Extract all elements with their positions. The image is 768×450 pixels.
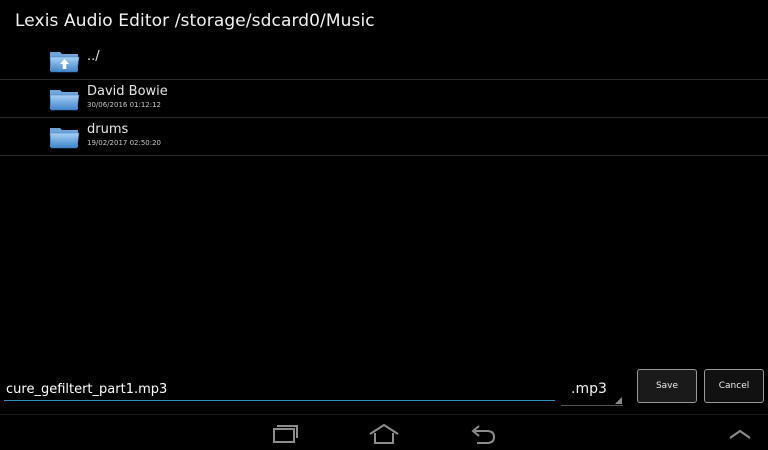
file-list: ../ David Bowie 30/06/2016 01:12:12 drum… bbox=[0, 42, 768, 156]
list-item-parent-directory[interactable]: ../ bbox=[0, 42, 768, 80]
folder-icon bbox=[49, 90, 80, 111]
extension-label: .mp3 bbox=[571, 381, 607, 397]
file-date: 30/06/2016 01:12:12 bbox=[87, 101, 162, 109]
recents-icon[interactable] bbox=[265, 421, 301, 447]
lexis-save-dialog: Lexis Audio Editor /storage/sdcard0/Musi… bbox=[0, 0, 768, 450]
list-item-folder[interactable]: drums 19/02/2017 02:50:20 bbox=[0, 118, 768, 156]
save-button[interactable]: Save bbox=[637, 369, 697, 403]
file-name: ../ bbox=[87, 49, 100, 64]
list-item-folder[interactable]: David Bowie 30/06/2016 01:12:12 bbox=[0, 80, 768, 118]
home-icon[interactable] bbox=[366, 421, 402, 447]
file-name: David Bowie bbox=[87, 84, 168, 99]
spinner-arrow-icon bbox=[615, 397, 622, 404]
chevron-up-icon[interactable] bbox=[724, 421, 760, 447]
system-navigation-bar bbox=[0, 414, 768, 450]
filename-input[interactable] bbox=[4, 379, 555, 401]
file-date: 19/02/2017 02:50:20 bbox=[87, 139, 162, 147]
save-bar: .mp3 Save Cancel bbox=[0, 362, 768, 412]
cancel-button[interactable]: Cancel bbox=[704, 369, 764, 403]
back-icon[interactable] bbox=[465, 421, 501, 447]
file-name: drums bbox=[87, 122, 129, 137]
page-title: Lexis Audio Editor /storage/sdcard0/Musi… bbox=[15, 11, 375, 31]
extension-spinner[interactable]: .mp3 bbox=[561, 375, 623, 406]
folder-icon bbox=[49, 128, 80, 149]
title-bar: Lexis Audio Editor /storage/sdcard0/Musi… bbox=[0, 0, 768, 42]
folder-up-icon bbox=[49, 52, 80, 73]
